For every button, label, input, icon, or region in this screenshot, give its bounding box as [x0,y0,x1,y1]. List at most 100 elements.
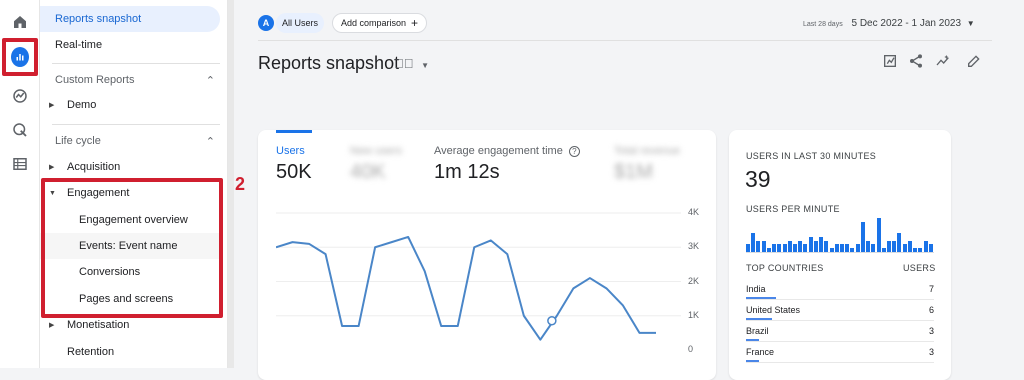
per-minute-bar [772,244,777,252]
expand-arrow-icon: ▶ [49,164,55,171]
annotation-two: 2 [235,174,246,194]
hover-point[interactable] [547,316,557,326]
per-minute-bar [819,236,824,252]
per-minute-bar [887,240,892,252]
customize-report-icon[interactable] [881,52,899,70]
divider [746,320,934,321]
divider [746,362,934,363]
country-users: 3 [928,347,934,357]
tab-total-revenue[interactable]: Total revenue [614,145,680,157]
list-icon[interactable] [8,152,32,176]
engagement-time-value: 1m 12s [434,161,500,183]
sidebar-item-demo-label: Demo [67,99,97,111]
advertising-icon[interactable] [8,118,32,142]
users-per-minute-chart [746,215,934,253]
y-tick-label: 2K [688,275,700,286]
check-circle-icon: ✓⃝ [394,56,414,71]
country-row[interactable]: India 7 [746,284,934,294]
per-minute-bar [777,244,782,252]
per-minute-bar [881,248,886,252]
active-tab-indicator [276,130,312,133]
per-minute-bar [751,233,756,252]
per-minute-bar [907,240,912,252]
nav-rail [0,0,40,368]
title-actions[interactable]: ✓⃝ ▼ [394,56,429,71]
top-countries-label: TOP COUNTRIES [746,263,824,273]
dropdown-arrow-icon: ▼ [421,61,430,70]
per-minute-bar [923,240,928,252]
explore-icon[interactable] [8,84,32,108]
realtime-title: USERS IN LAST 30 MINUTES [746,151,877,161]
country-row[interactable]: United States 6 [746,305,934,315]
chevron-up-icon: ⌃ [205,75,215,87]
country-users: 6 [928,305,934,315]
per-minute-bar [798,240,803,252]
add-comparison-button[interactable]: Add comparison + [332,13,428,33]
insights-icon[interactable] [934,52,952,70]
country-name: United States [746,305,801,315]
per-minute-bar [808,236,813,252]
tab-engagement-time[interactable]: Average engagement time ? [434,145,580,157]
per-minute-bar [860,221,865,252]
all-users-chip[interactable]: All Users [276,13,325,33]
country-name: India [746,284,766,294]
edit-icon[interactable] [965,52,983,70]
country-name: Brazil [746,326,769,336]
sidebar-item-realtime[interactable]: Real-time [40,32,220,58]
divider [52,63,220,64]
country-row[interactable]: France 3 [746,347,934,357]
per-minute-bar [866,240,871,252]
sidebar-item-monetisation-label: Monetisation [67,319,130,331]
users-per-minute-label: USERS PER MINUTE [746,204,840,214]
divider [746,299,934,300]
help-icon[interactable]: ? [568,146,580,157]
users-value: 50K [276,161,312,183]
users-column-label: USERS [903,263,936,273]
divider [746,341,934,342]
engagement-time-label: Average engagement time [434,145,563,157]
sidebar-item-acquisition[interactable]: ▶ Acquisition [40,154,220,180]
new-users-value: 40K [350,161,386,183]
reports-nav-button[interactable] [2,38,38,76]
users-line-chart [276,212,681,341]
per-minute-bar [803,244,808,252]
section-custom-reports[interactable]: Custom Reports ⌃ [55,74,215,87]
per-minute-bar [787,240,792,252]
sidebar-item-acquisition-label: Acquisition [67,161,121,173]
per-minute-bar [793,244,798,252]
date-range-value: 5 Dec 2022 - 1 Jan 2023 [851,18,962,29]
country-users: 7 [928,284,934,294]
per-minute-bar [855,244,860,252]
section-life-cycle[interactable]: Life cycle ⌃ [55,135,215,148]
header-divider [258,40,992,41]
y-tick-label: 1K [688,309,700,320]
tab-users[interactable]: Users [276,145,305,157]
per-minute-bar [845,244,850,252]
home-icon[interactable] [8,10,32,34]
per-minute-bar [897,233,902,252]
expand-arrow-icon: ▶ [49,102,55,109]
sidebar-item-demo[interactable]: ▶ Demo [40,92,220,118]
realtime-count: 39 [745,166,771,192]
sidebar-item-reports-snapshot[interactable]: Reports snapshot [40,6,220,32]
per-minute-bar [928,244,933,252]
y-tick-label: 4K [688,207,700,217]
chevron-up-icon: ⌃ [205,136,215,148]
per-minute-bar [829,248,834,252]
engagement-highlight-box [41,178,223,318]
divider [52,124,220,125]
section-custom-reports-label: Custom Reports [55,74,135,86]
share-icon[interactable] [907,52,925,70]
tab-new-users[interactable]: New users [350,145,402,157]
sidebar-item-retention-label: Retention [67,346,115,358]
sidebar-scrollbar[interactable] [228,0,234,368]
per-minute-bar [840,244,845,252]
per-minute-bar [913,248,918,252]
per-minute-bar [824,240,829,252]
per-minute-bar [918,248,923,252]
date-range-picker[interactable]: Last 28 days 5 Dec 2022 - 1 Jan 2023 ▼ [803,18,975,29]
users-series-line [276,235,656,341]
page-title: Reports snapshot [258,53,400,73]
country-row[interactable]: Brazil 3 [746,326,934,336]
sidebar-item-retention[interactable]: Retention [40,339,220,365]
